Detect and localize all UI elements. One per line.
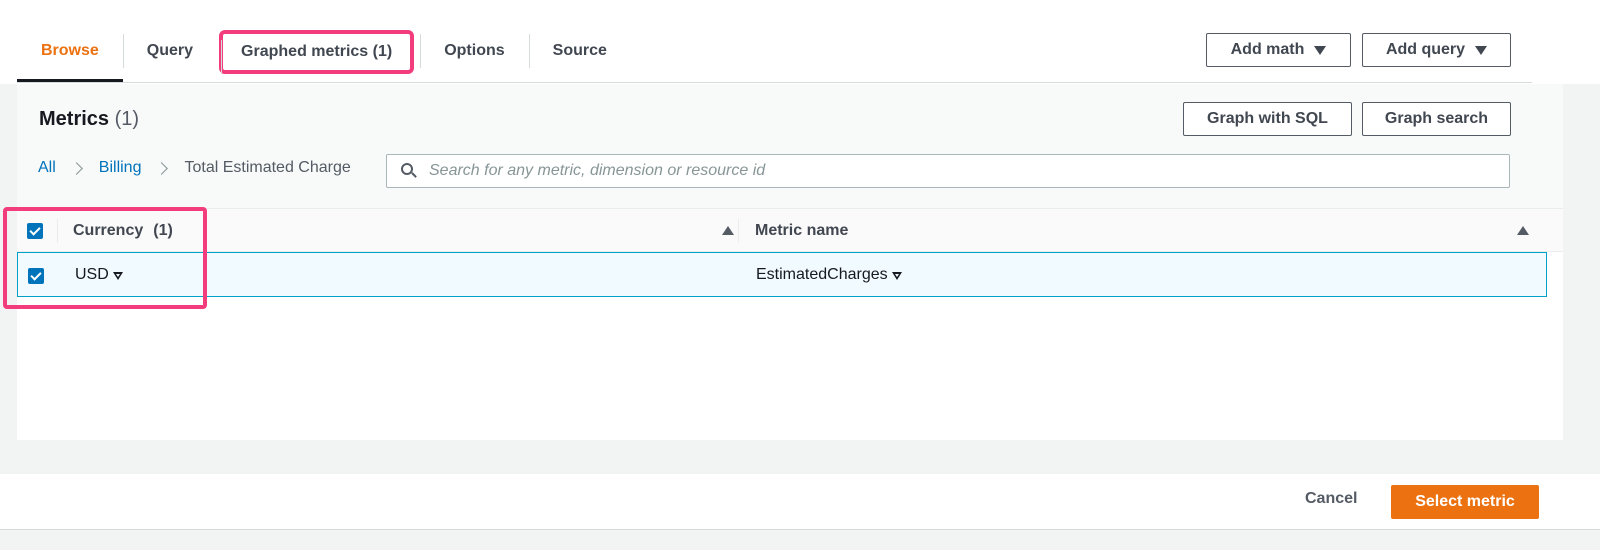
tab-graphed-metrics[interactable]: Graphed metrics (1)	[219, 30, 415, 74]
tab-list: Browse Query Graphed metrics (1) Options…	[17, 26, 631, 84]
filter-caret-icon[interactable]	[891, 271, 902, 280]
divider	[17, 82, 1532, 83]
search-box	[386, 154, 1510, 188]
sort-ascending-icon[interactable]	[1517, 226, 1529, 235]
breadcrumb-current: Total Estimated Charge	[184, 159, 351, 176]
tab-label: Options	[444, 42, 505, 59]
tab-label: Source	[552, 42, 607, 59]
metrics-count: (1)	[114, 108, 140, 130]
search-input[interactable]	[429, 162, 1489, 180]
metrics-title-text: Metrics	[39, 108, 110, 130]
metric-name-value: EstimatedCharges	[756, 265, 888, 283]
column-divider	[738, 219, 739, 243]
graph-with-sql-button[interactable]: Graph with SQL	[1183, 102, 1352, 136]
top-bar: Browse Query Graphed metrics (1) Options…	[0, 0, 1600, 84]
tab-label: Browse	[41, 42, 99, 59]
breadcrumb-all[interactable]: All	[38, 159, 56, 177]
cancel-button[interactable]: Cancel	[1305, 490, 1357, 508]
add-query-button[interactable]: Add query	[1362, 33, 1511, 67]
sort-ascending-icon[interactable]	[722, 226, 734, 235]
table-header: Currency (1) Metric name	[17, 208, 1563, 252]
chevron-right-icon	[69, 161, 83, 175]
tab-source[interactable]: Source	[528, 26, 631, 76]
caret-down-icon	[1475, 45, 1488, 55]
table-row[interactable]: USD EstimatedCharges	[17, 252, 1547, 297]
select-metric-button[interactable]: Select metric	[1391, 485, 1539, 519]
tab-options[interactable]: Options	[420, 26, 528, 76]
metric-name-header-label: Metric name	[755, 222, 849, 239]
search-icon	[401, 163, 417, 179]
breadcrumb: All Billing Total Estimated Charge	[38, 159, 351, 177]
footer: Cancel Select metric	[0, 474, 1600, 530]
caret-down-icon	[1314, 45, 1327, 55]
metrics-panel: Metrics (1) Graph with SQL Graph search …	[17, 84, 1563, 440]
highlight-annotation	[3, 207, 207, 309]
breadcrumb-billing[interactable]: Billing	[99, 159, 142, 177]
graph-with-sql-label: Graph with SQL	[1207, 110, 1328, 127]
chevron-right-icon	[155, 161, 169, 175]
tab-query[interactable]: Query	[122, 26, 217, 76]
metrics-table: Currency (1) Metric name USD EstimatedCh…	[17, 208, 1563, 440]
tab-label: Graphed metrics (1)	[241, 43, 393, 60]
add-query-label: Add query	[1385, 41, 1466, 58]
tab-browse[interactable]: Browse	[17, 26, 123, 82]
graph-search-label: Graph search	[1384, 110, 1489, 127]
metric-name-cell[interactable]: EstimatedCharges	[756, 253, 902, 296]
column-header-metric-name[interactable]: Metric name	[755, 209, 848, 253]
add-math-label: Add math	[1230, 41, 1305, 58]
add-math-button[interactable]: Add math	[1206, 33, 1351, 67]
tab-label: Query	[146, 42, 194, 59]
metrics-title: Metrics (1)	[39, 108, 139, 131]
graph-search-button[interactable]: Graph search	[1362, 102, 1511, 136]
